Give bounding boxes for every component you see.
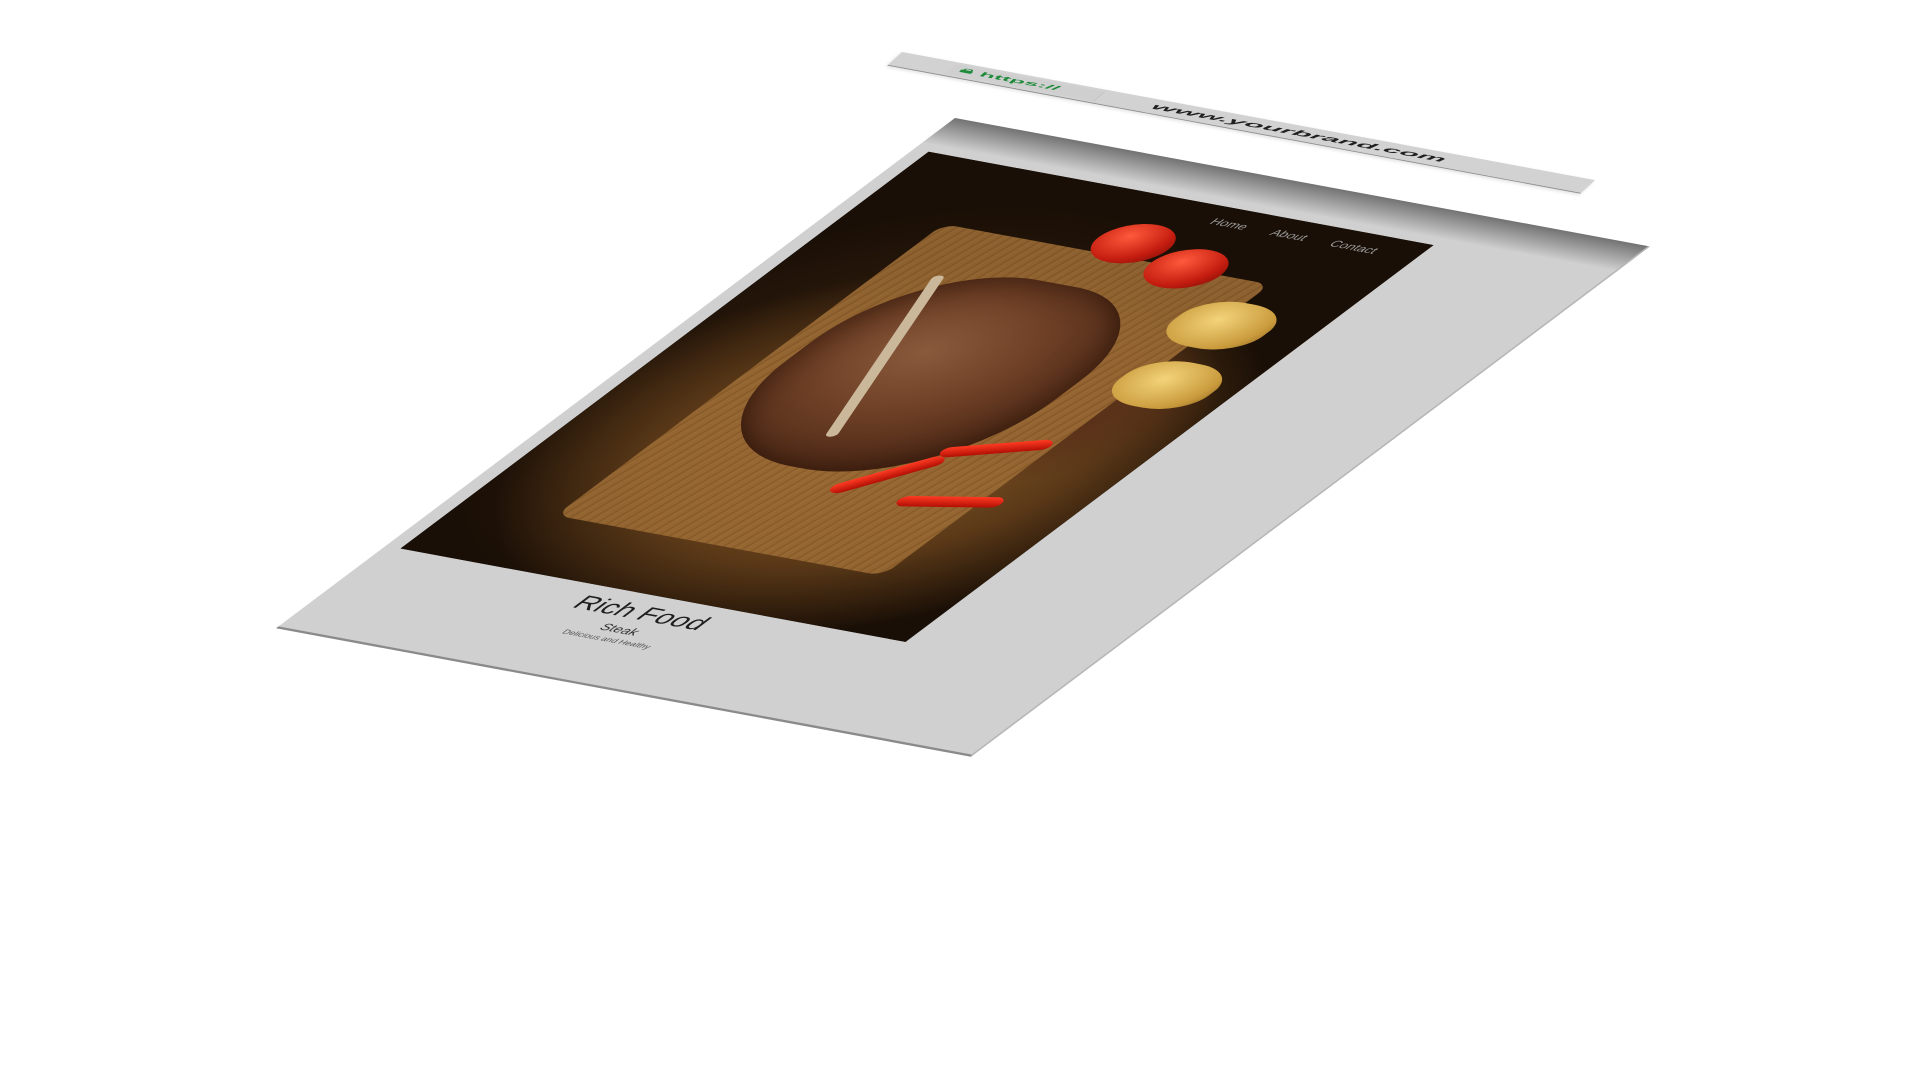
nav-item-about[interactable]: About [1266,227,1312,243]
url-text[interactable]: www.yourbrand.com [1146,101,1451,166]
https-indicator: https:// [945,64,1105,102]
nav-item-home[interactable]: Home [1206,216,1253,232]
lock-icon [958,69,974,74]
web-page: Home About Contact Rich Food Steak Delic… [276,118,1650,757]
mockup-stage: https:// www.yourbrand.com Home About Co… [0,0,1920,1080]
hero-image: Home About Contact [400,151,1434,642]
nav-item-contact[interactable]: Contact [1326,238,1383,256]
chili-pepper [893,495,1008,508]
protocol-text: https:// [976,71,1063,92]
